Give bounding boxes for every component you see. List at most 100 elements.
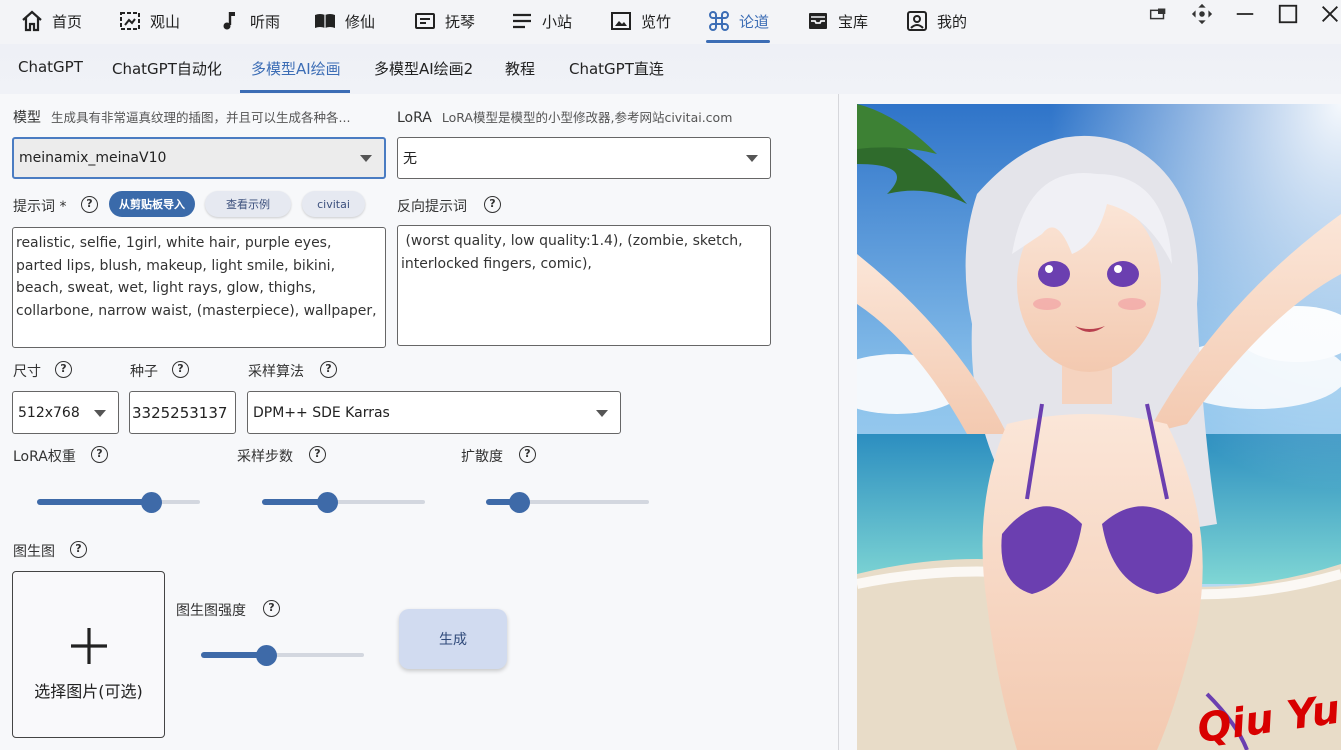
model-select[interactable]: meinamix_meinaV10 (12, 137, 386, 179)
img2img-label: 图生图 (13, 544, 55, 560)
tab-chatgpt[interactable]: ChatGPT (18, 58, 83, 76)
help-icon[interactable]: ? (519, 446, 536, 463)
nav-item-home[interactable]: 首页 (20, 0, 82, 42)
help-icon[interactable]: ? (70, 541, 87, 558)
nav-item-label: 小站 (542, 12, 573, 31)
lora-weight-slider[interactable] (37, 492, 200, 513)
note-icon (415, 13, 435, 29)
pin-icon (1149, 8, 1166, 20)
menu-lines-icon (513, 13, 531, 29)
nav-item-label: 览竹 (641, 12, 672, 31)
help-icon[interactable]: ? (309, 446, 326, 463)
nav-item-baoku[interactable]: 宝库 (806, 0, 868, 42)
seed-input[interactable]: 3325253137 (129, 391, 236, 434)
minimize-icon (1236, 13, 1254, 15)
close-button[interactable] (1318, 2, 1341, 26)
slider-knob[interactable] (141, 492, 163, 513)
sampler-label: 采样算法 (248, 364, 304, 380)
top-nav-bar: 首页 观山 听雨 修仙 抚琴 小站 览竹 论道 宝库 我的 (0, 0, 1341, 44)
select-image-upload[interactable]: 选择图片(可选) (12, 571, 165, 738)
lora-label: LoRA (397, 110, 432, 126)
maximize-button[interactable] (1276, 2, 1300, 26)
nav-item-xiuxian[interactable]: 修仙 (313, 0, 375, 42)
nav-item-label: 观山 (150, 12, 181, 31)
sampling-steps-label: 采样步数 (237, 449, 293, 465)
help-icon[interactable]: ? (55, 361, 72, 378)
move-window-button[interactable] (1190, 2, 1214, 26)
book-icon (315, 14, 335, 28)
sampling-steps-slider[interactable] (262, 492, 425, 513)
negative-prompt-label: 反向提示词 (397, 199, 467, 215)
prompt-label: 提示词 * (13, 199, 67, 215)
minimize-button[interactable] (1233, 2, 1257, 26)
account-box-icon (907, 11, 927, 31)
help-icon[interactable]: ? (172, 361, 189, 378)
pin-window-button[interactable] (1146, 2, 1170, 26)
chevron-down-icon (94, 409, 106, 417)
sub-tab-active-indicator (240, 90, 350, 93)
slider-knob[interactable] (508, 492, 530, 513)
model-label: 模型 (13, 110, 41, 126)
lora-weight-label: LoRA权重 (13, 449, 76, 465)
help-icon[interactable]: ? (81, 196, 98, 213)
nav-item-lundao[interactable]: 论道 (707, 0, 769, 42)
nav-item-tingyu[interactable]: 听雨 (218, 0, 280, 42)
nav-item-label: 我的 (937, 12, 968, 31)
generate-button[interactable]: 生成 (399, 609, 507, 669)
inbox-icon (809, 13, 827, 29)
img2img-strength-label: 图生图强度 (176, 603, 246, 619)
help-icon[interactable]: ? (320, 361, 337, 378)
plus-icon (71, 628, 107, 664)
lora-select[interactable]: 无 (397, 137, 771, 179)
close-icon (1322, 6, 1338, 22)
move-icon (1191, 3, 1213, 25)
nav-item-guanshan[interactable]: 观山 (118, 0, 180, 42)
negative-prompt-textarea[interactable]: (worst quality, low quality:1.4), (zombi… (397, 225, 771, 346)
seed-input-value: 3325253137 (132, 403, 228, 422)
cfg-scale-slider[interactable] (486, 492, 649, 513)
help-icon[interactable]: ? (484, 196, 501, 213)
nav-item-label: 宝库 (838, 12, 869, 31)
size-select[interactable]: 512x768 (12, 391, 119, 434)
chevron-down-icon (360, 155, 372, 162)
nav-item-lanzhu[interactable]: 览竹 (609, 0, 671, 42)
tab-multi-model-ai-painting[interactable]: 多模型AI绘画 (251, 58, 341, 79)
nav-item-label: 修仙 (345, 12, 376, 31)
help-icon[interactable]: ? (91, 446, 108, 463)
img2img-strength-slider[interactable] (201, 645, 364, 666)
chevron-down-icon (746, 155, 758, 162)
sampler-select[interactable]: DPM++ SDE Karras (247, 391, 621, 434)
cfg-scale-label: 扩散度 (461, 449, 503, 465)
prompt-textarea[interactable]: realistic, selfie, 1girl, white hair, pu… (12, 227, 386, 348)
tab-multi-model-ai-painting-2[interactable]: 多模型AI绘画2 (374, 58, 473, 79)
upload-label: 选择图片(可选) (34, 682, 143, 701)
help-icon[interactable]: ? (263, 600, 280, 617)
lora-hint: LoRA模型是模型的小型修改器,参考网站civitai.com (441, 110, 733, 125)
nav-item-label: 论道 (739, 12, 770, 31)
generated-image: Qiu Yue (857, 104, 1341, 750)
slider-knob[interactable] (317, 492, 339, 513)
sampler-select-value: DPM++ SDE Karras (253, 404, 390, 421)
nav-item-fuqin[interactable]: 抚琴 (413, 0, 475, 42)
model-select-value: meinamix_meinaV10 (19, 150, 167, 166)
home-icon (22, 10, 42, 32)
view-example-button[interactable]: 查看示例 (205, 191, 291, 217)
nav-item-xiaozhan[interactable]: 小站 (510, 0, 572, 42)
nav-item-wode[interactable]: 我的 (905, 0, 967, 42)
sub-tab-bar: ChatGPT ChatGPT自动化 多模型AI绘画 多模型AI绘画2 教程 C… (0, 44, 1341, 94)
generated-image-preview: Qiu Yue (857, 104, 1341, 750)
paste-from-clipboard-button[interactable]: 从剪贴板导入 (109, 191, 195, 217)
music-note-icon (223, 12, 235, 30)
tab-tutorial[interactable]: 教程 (505, 58, 535, 79)
tab-chatgpt-direct[interactable]: ChatGPT直连 (569, 58, 664, 79)
model-label-row: 模型 生成具有非常逼真纹理的插图，并且可以生成各种各... (13, 107, 350, 127)
tab-chatgpt-automation[interactable]: ChatGPT自动化 (112, 58, 222, 79)
nav-item-label: 听雨 (250, 12, 281, 31)
nav-active-indicator (706, 40, 770, 43)
lora-label-row: LoRA LoRA模型是模型的小型修改器,参考网站civitai.com (397, 107, 732, 126)
civitai-button[interactable]: civitai (302, 191, 365, 217)
slider-knob[interactable] (256, 645, 278, 666)
model-hint: 生成具有非常逼真纹理的插图，并且可以生成各种各... (51, 110, 351, 125)
maximize-icon (1278, 4, 1298, 24)
seed-label: 种子 (130, 364, 158, 380)
